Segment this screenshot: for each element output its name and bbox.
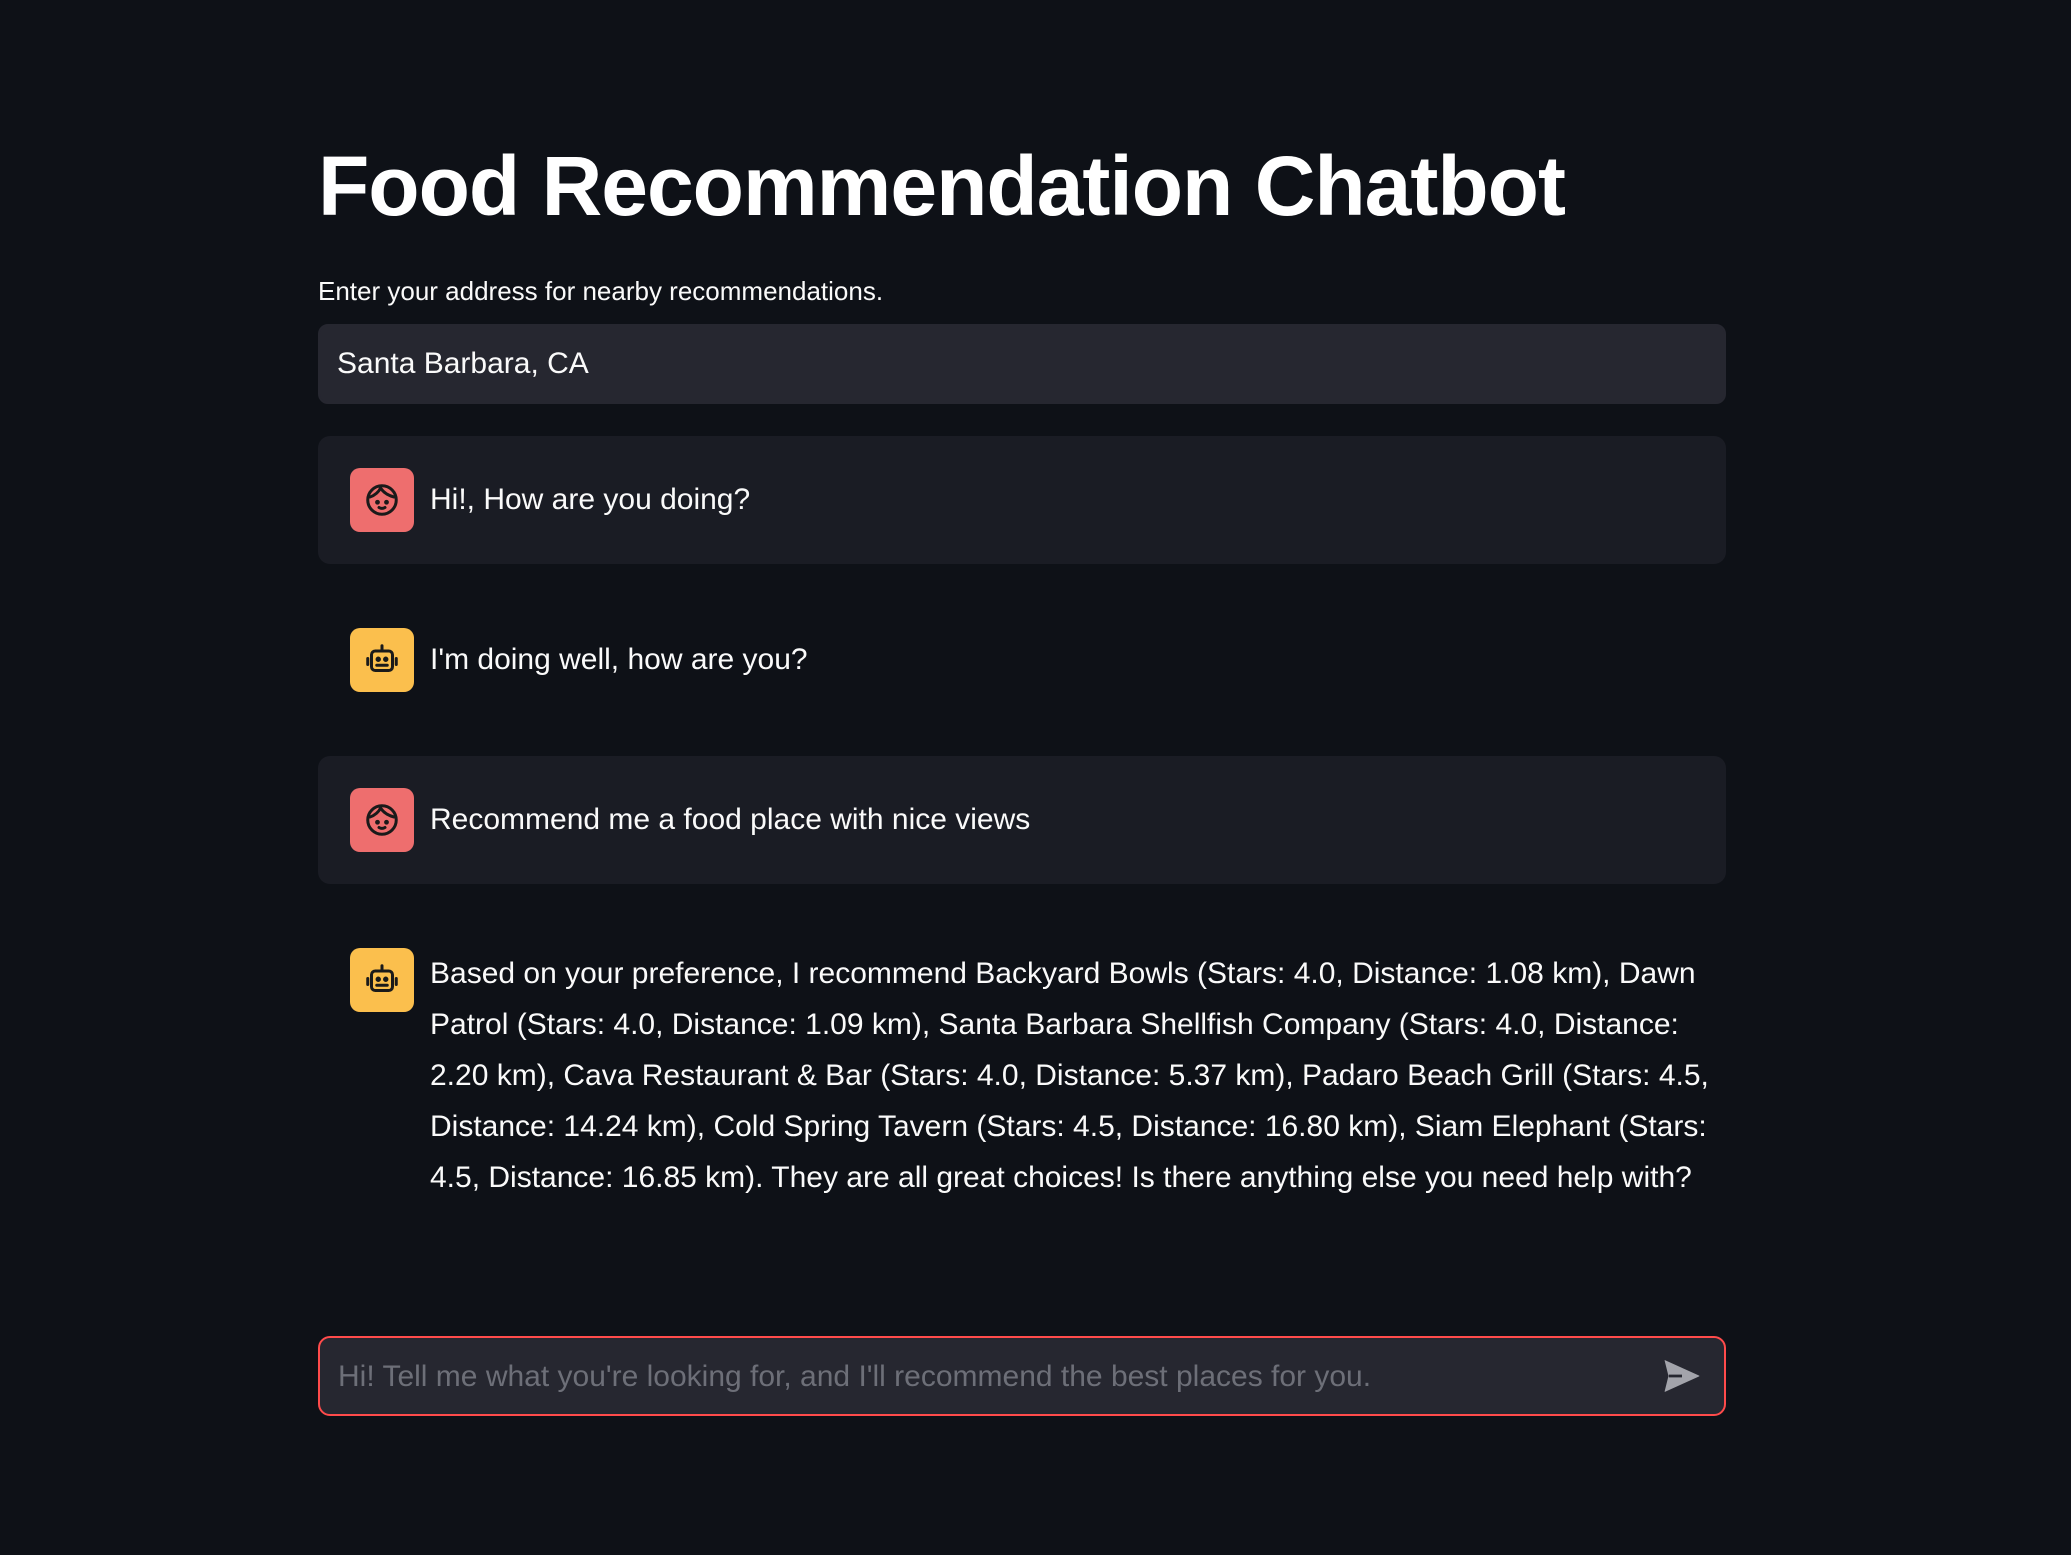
address-label: Enter your address for nearby recommenda… <box>318 276 884 306</box>
message-text: Based on your preference, I recommend Ba… <box>430 957 1709 1194</box>
robot-icon <box>350 948 414 1012</box>
chat-message-assistant: Based on your preference, I recommend Ba… <box>318 916 1726 1216</box>
send-button[interactable] <box>1662 1358 1702 1394</box>
address-input[interactable] <box>318 324 1726 404</box>
message-text: Hi!, How are you doing? <box>430 483 751 516</box>
chat-message-user: Hi!, How are you doing? <box>318 436 1726 564</box>
message-text: I'm doing well, how are you? <box>430 643 808 676</box>
robot-icon <box>350 628 414 692</box>
chat-message-assistant: I'm doing well, how are you? <box>318 596 1726 724</box>
send-icon <box>1664 1360 1700 1392</box>
message-text: Recommend me a food place with nice view… <box>430 803 1031 836</box>
user-face-icon <box>350 788 414 852</box>
chat-input[interactable] <box>336 1338 1640 1416</box>
chat-input-container <box>318 1336 1726 1416</box>
user-face-icon <box>350 468 414 532</box>
page-title: Food Recommendation Chatbot <box>318 139 1566 233</box>
chat-message-user: Recommend me a food place with nice view… <box>318 756 1726 884</box>
